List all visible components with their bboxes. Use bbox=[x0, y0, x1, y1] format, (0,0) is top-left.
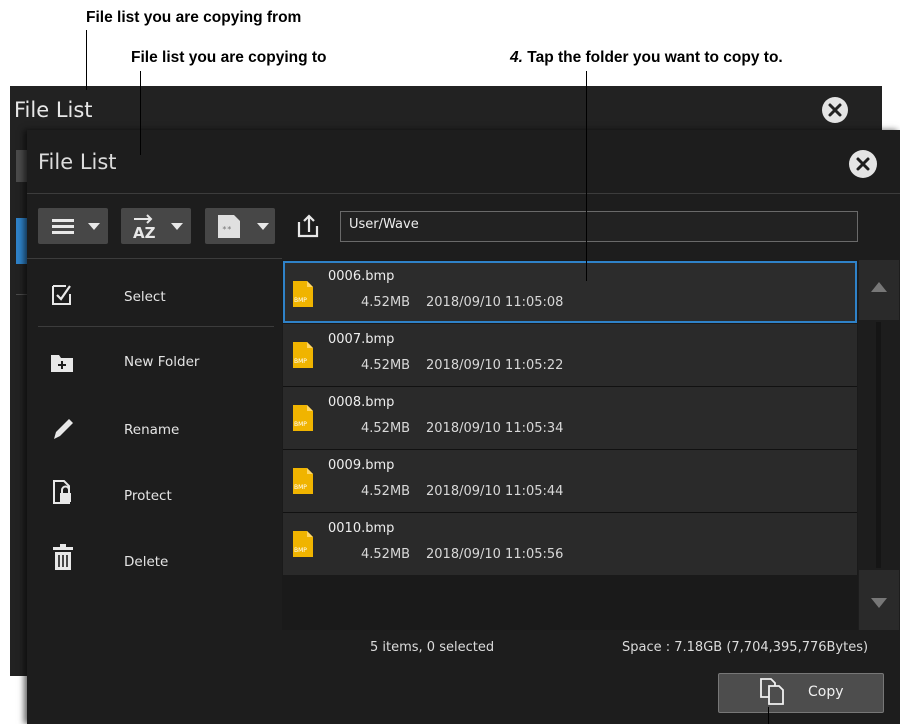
chevron-down-icon bbox=[171, 223, 183, 230]
scroll-up-button[interactable] bbox=[859, 260, 899, 320]
file-size: 4.52MB bbox=[361, 484, 411, 499]
chevron-down-icon bbox=[257, 223, 269, 230]
back-window-title: File List bbox=[14, 98, 93, 122]
copy-label: Copy bbox=[808, 684, 844, 700]
svg-text:AZ: AZ bbox=[133, 224, 156, 240]
bmp-badge: BMP bbox=[294, 297, 307, 304]
scrollbar-track[interactable] bbox=[876, 322, 881, 568]
toolbar-divider bbox=[27, 258, 282, 259]
scroll-down-button[interactable] bbox=[859, 570, 899, 630]
file-row-0010[interactable]: BMP 0010.bmp 4.52MB 2018/09/10 11:05:56 bbox=[283, 513, 857, 575]
leader-line-copy-from bbox=[86, 30, 87, 90]
select-check-icon bbox=[52, 285, 71, 305]
file-size: 4.52MB bbox=[361, 547, 411, 562]
path-text: User/Wave bbox=[349, 217, 419, 232]
annotation-step-4: 4. Tap the folder you want to copy to. bbox=[510, 49, 783, 67]
svg-text:**: ** bbox=[222, 225, 232, 234]
pencil-icon bbox=[54, 419, 73, 439]
file-date: 2018/09/10 11:05:44 bbox=[426, 484, 564, 499]
back-window-selected-stub bbox=[16, 218, 27, 264]
bmp-badge: BMP bbox=[294, 547, 307, 554]
space-status: Space : 7.18GB (7,704,395,776Bytes) bbox=[622, 640, 869, 655]
annotation-copy-from: File list you are copying from bbox=[86, 9, 302, 26]
file-name: 0007.bmp bbox=[328, 332, 395, 347]
front-window-title: File List bbox=[38, 150, 117, 174]
file-row-0007[interactable]: BMP 0007.bmp 4.52MB 2018/09/10 11:05:22 bbox=[283, 324, 857, 386]
annotation-copy-to: File list you are copying to bbox=[131, 49, 327, 66]
file-filter-button[interactable]: ** bbox=[205, 208, 275, 244]
file-filter-icon: ** bbox=[218, 215, 240, 238]
file-row-0009[interactable]: BMP 0009.bmp 4.52MB 2018/09/10 11:05:44 bbox=[283, 450, 857, 512]
bmp-badge: BMP bbox=[294, 421, 307, 428]
bmp-badge: BMP bbox=[294, 484, 307, 491]
bmp-file-icon: BMP bbox=[293, 531, 313, 557]
leader-line-step-4 bbox=[586, 71, 587, 281]
folder-up-button[interactable] bbox=[296, 212, 322, 240]
folder-up-icon bbox=[297, 214, 319, 238]
bmp-badge: BMP bbox=[294, 358, 307, 365]
bmp-file-icon: BMP bbox=[293, 342, 313, 368]
list-view-icon bbox=[52, 219, 74, 234]
menu-label-delete: Delete bbox=[124, 554, 169, 570]
leader-line-copy-to bbox=[140, 71, 141, 155]
bmp-file-icon: BMP bbox=[293, 405, 313, 431]
new-folder-icon bbox=[51, 355, 73, 372]
title-divider bbox=[27, 193, 900, 194]
menu-label-protect: Protect bbox=[124, 488, 172, 504]
file-date: 2018/09/10 11:05:22 bbox=[426, 358, 564, 373]
leader-line-copy bbox=[768, 707, 769, 724]
back-close-icon[interactable] bbox=[822, 97, 848, 123]
step-text: Tap the folder you want to copy to. bbox=[527, 49, 783, 66]
trash-icon bbox=[53, 544, 73, 570]
back-window-button-stub bbox=[16, 150, 27, 182]
bmp-file-icon: BMP bbox=[293, 468, 313, 494]
sort-az-icon: AZ bbox=[133, 214, 156, 240]
file-name: 0008.bmp bbox=[328, 395, 395, 410]
file-name: 0009.bmp bbox=[328, 458, 395, 473]
menu-label-new-folder: New Folder bbox=[124, 354, 200, 370]
file-date: 2018/09/10 11:05:56 bbox=[426, 547, 564, 562]
file-date: 2018/09/10 11:05:08 bbox=[426, 295, 564, 310]
list-view-button[interactable] bbox=[38, 208, 108, 244]
file-size: 4.52MB bbox=[361, 295, 411, 310]
selection-status: 5 items, 0 selected bbox=[370, 640, 495, 655]
step-number: 4. bbox=[510, 49, 523, 66]
file-date: 2018/09/10 11:05:34 bbox=[426, 421, 564, 436]
chevron-up-icon bbox=[871, 282, 887, 292]
file-row-0006[interactable]: BMP 0006.bmp 4.52MB 2018/09/10 11:05:08 bbox=[283, 261, 857, 323]
chevron-down-icon bbox=[871, 598, 887, 608]
close-icon[interactable] bbox=[849, 150, 877, 178]
file-size: 4.52MB bbox=[361, 358, 411, 373]
bmp-file-icon: BMP bbox=[293, 281, 313, 307]
file-size: 4.52MB bbox=[361, 421, 411, 436]
back-window-divider bbox=[16, 294, 27, 295]
copy-button[interactable] bbox=[718, 673, 884, 713]
copy-icon bbox=[760, 678, 784, 705]
sort-button[interactable]: AZ bbox=[121, 208, 191, 244]
menu-label-rename: Rename bbox=[124, 422, 180, 438]
file-row-0008[interactable]: BMP 0008.bmp 4.52MB 2018/09/10 11:05:34 bbox=[283, 387, 857, 449]
menu-divider bbox=[38, 326, 274, 327]
file-name: 0010.bmp bbox=[328, 521, 395, 536]
lock-file-icon bbox=[53, 480, 71, 504]
file-name: 0006.bmp bbox=[328, 269, 395, 284]
menu-label-select: Select bbox=[124, 289, 166, 305]
chevron-down-icon bbox=[88, 223, 100, 230]
